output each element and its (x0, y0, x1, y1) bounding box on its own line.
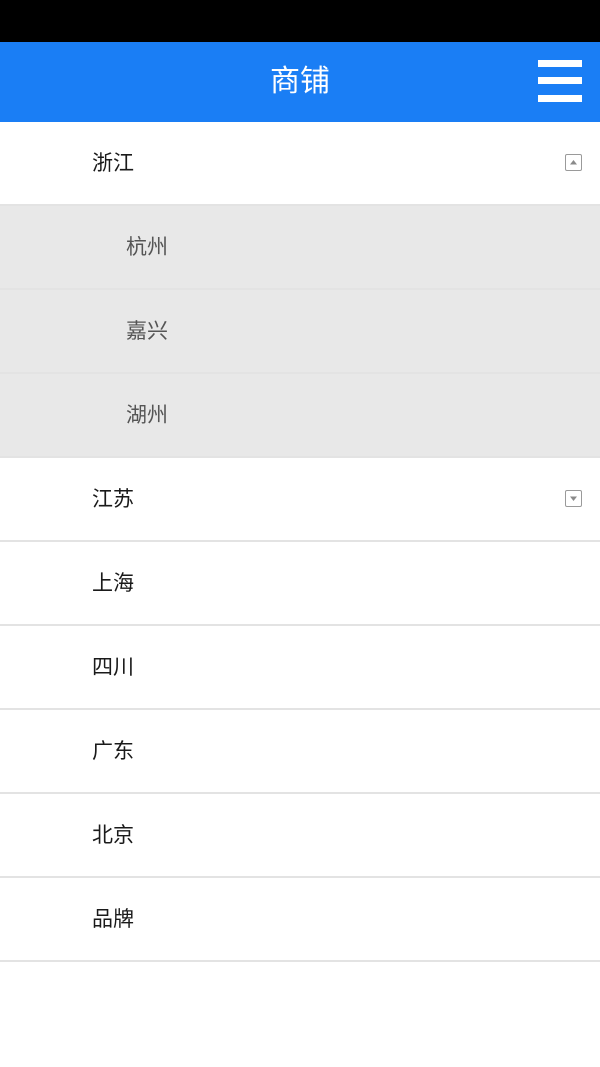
region-list: 浙江 杭州 嘉兴 湖州 江苏 上海 四川 广东 北京 品牌 (0, 122, 600, 962)
nav-bar: 商铺 (0, 42, 600, 122)
sub-list-item-label: 湖州 (126, 403, 168, 427)
sub-list-item-huzhou[interactable]: 湖州 (0, 374, 600, 458)
list-item-label: 上海 (92, 571, 134, 595)
list-item-label: 四川 (92, 655, 134, 679)
list-item-beijing[interactable]: 北京 (0, 794, 600, 878)
expand-arrow-icon[interactable] (565, 490, 582, 507)
sub-list-item-label: 嘉兴 (126, 319, 168, 343)
list-item-label: 江苏 (92, 487, 134, 511)
list-item-jiangsu[interactable]: 江苏 (0, 458, 600, 542)
list-item-label: 北京 (92, 823, 134, 847)
status-bar (0, 0, 600, 42)
sub-list-item-hangzhou[interactable]: 杭州 (0, 206, 600, 290)
list-item-shanghai[interactable]: 上海 (0, 542, 600, 626)
list-item-zhejiang[interactable]: 浙江 (0, 122, 600, 206)
page-title: 商铺 (270, 64, 330, 99)
menu-button[interactable] (538, 60, 582, 102)
collapse-arrow-icon[interactable] (565, 154, 582, 171)
list-item-label: 广东 (92, 739, 134, 763)
list-item-label: 浙江 (92, 151, 134, 175)
list-item-guangdong[interactable]: 广东 (0, 710, 600, 794)
sub-list-item-label: 杭州 (126, 235, 168, 259)
sub-list-item-jiaxing[interactable]: 嘉兴 (0, 290, 600, 374)
list-item-sichuan[interactable]: 四川 (0, 626, 600, 710)
list-item-brand[interactable]: 品牌 (0, 878, 600, 962)
list-item-label: 品牌 (92, 907, 134, 931)
